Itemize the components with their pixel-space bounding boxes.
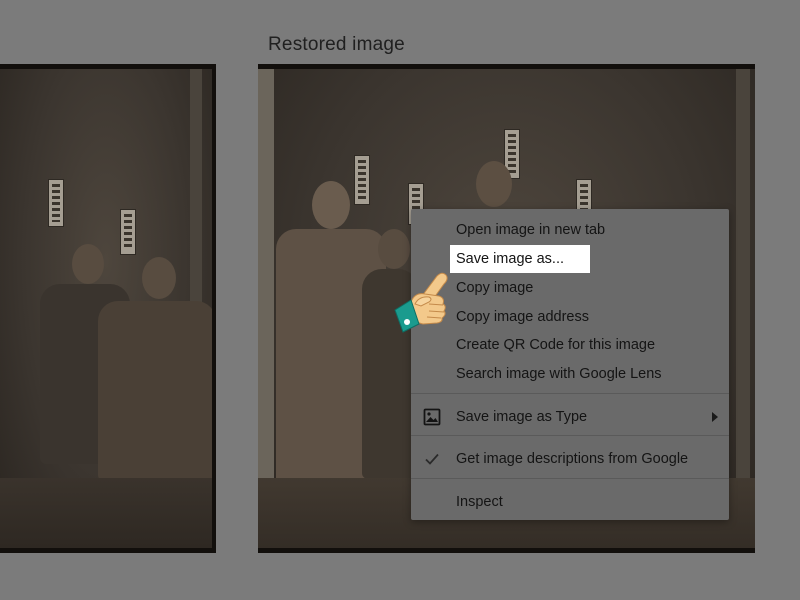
menu-item-open-in-new-tab[interactable]: Open image in new tab: [411, 217, 729, 243]
menu-item-label: Inspect: [456, 494, 503, 510]
menu-item-copy-image[interactable]: Copy image: [411, 275, 729, 301]
menu-item-label: Open image in new tab: [456, 222, 606, 238]
menu-item-label: Search image with Google Lens: [456, 366, 662, 382]
menu-item-copy-image-address[interactable]: Copy image address: [411, 304, 729, 330]
section-heading: Restored image: [268, 34, 405, 55]
menu-item-search-google-lens[interactable]: Search image with Google Lens: [411, 361, 729, 387]
menu-divider: [411, 435, 729, 436]
chevron-right-icon: [712, 412, 718, 422]
pointing-hand-icon: [394, 272, 448, 333]
context-menu: Open image in new tab Save image as... C…: [411, 209, 729, 520]
menu-item-save-image-as-type[interactable]: Save image as Type: [411, 404, 729, 430]
menu-item-inspect[interactable]: Inspect: [411, 489, 729, 515]
menu-divider: [411, 478, 729, 479]
menu-item-label: Save image as Type: [456, 409, 588, 425]
menu-item-label: Save image as...: [450, 245, 590, 273]
menu-divider: [411, 393, 729, 394]
menu-item-label: Copy image: [456, 280, 534, 296]
original-photo[interactable]: [0, 64, 216, 553]
menu-item-get-image-descriptions[interactable]: Get image descriptions from Google: [411, 446, 729, 472]
image-icon: [423, 408, 441, 426]
menu-item-label: Copy image address: [456, 309, 589, 325]
check-icon: [423, 450, 441, 468]
menu-item-save-image-as[interactable]: Save image as...: [411, 245, 729, 273]
menu-item-label: Get image descriptions from Google: [456, 451, 689, 467]
menu-item-label: Create QR Code for this image: [456, 337, 656, 353]
menu-item-create-qr-code[interactable]: Create QR Code for this image: [411, 332, 729, 358]
